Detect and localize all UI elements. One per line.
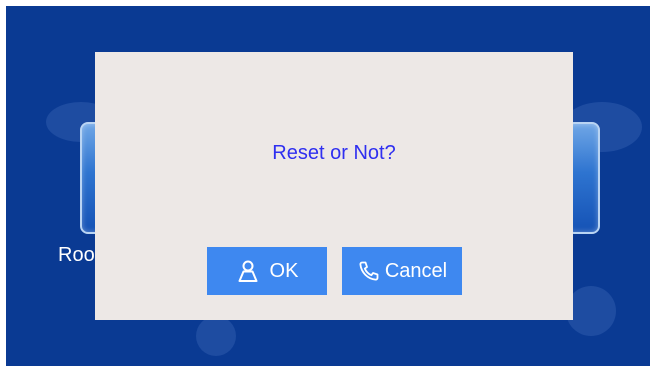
world-map-shape [196,316,236,356]
reset-dialog: Reset or Not? OK Cancel [95,52,573,320]
dialog-message: Reset or Not? [272,142,396,164]
ok-button-label: OK [269,259,299,282]
cancel-button-label: Cancel [384,259,448,282]
ok-button[interactable]: OK [207,247,327,295]
world-map-shape [566,286,616,336]
phone-icon [357,259,381,283]
app-tile-label: Roo [58,244,95,266]
cancel-button[interactable]: Cancel [342,247,462,295]
person-icon [236,259,260,283]
screen: Roo Reset or Not? OK Cancel [6,6,650,366]
